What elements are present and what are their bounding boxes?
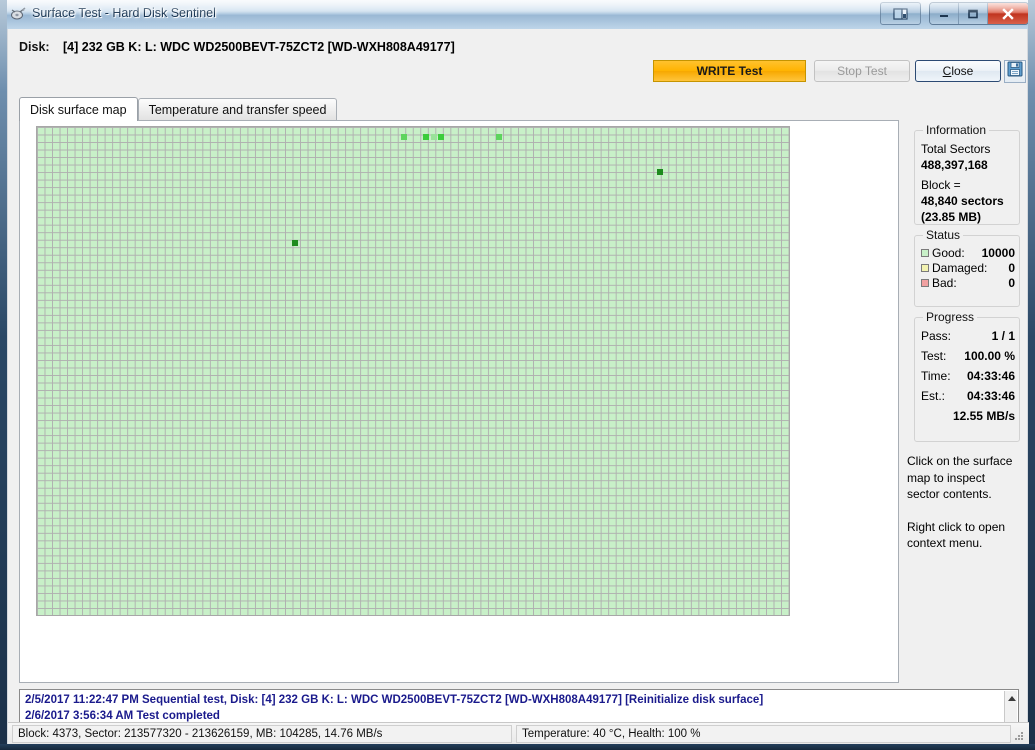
surface-map-block[interactable] — [292, 240, 298, 246]
save-button[interactable] — [1004, 60, 1026, 83]
surface-map-panel — [19, 120, 899, 683]
resize-grip-icon[interactable] — [1013, 729, 1025, 741]
save-floppy-icon — [1007, 61, 1023, 82]
status-bar-temperature-health: Temperature: 40 °C, Health: 100 % — [516, 725, 1011, 743]
close-window-button[interactable] — [988, 3, 1028, 24]
progress-label-test: Test: — [921, 349, 947, 363]
progress-value-pass: 1 / 1 — [991, 329, 1015, 343]
window-border-bottom — [0, 744, 1035, 750]
progress-group-title: Progress — [923, 310, 978, 324]
block-size: (23.85 MB) — [921, 210, 982, 224]
tab-temperature-and-transfer-speed-label: Temperature and transfer speed — [148, 103, 327, 117]
status-label-bad: Bad: — [932, 276, 957, 290]
surface-map-help-text: Click on the surface map to inspect sect… — [907, 453, 1031, 552]
title-bar: Surface Test - Hard Disk Sentinel — [0, 0, 1035, 29]
block-label: Block = — [921, 178, 961, 192]
write-test-button[interactable]: WRITE Test — [653, 60, 806, 82]
help-line-4: Right click to open — [907, 519, 1006, 534]
progress-value-test: 100.00 % — [964, 349, 1015, 363]
information-group-title: Information — [923, 123, 990, 137]
status-swatch-bad — [921, 279, 929, 287]
help-spacer — [907, 503, 1031, 519]
disk-value: [4] 232 GB K: L: WDC WD2500BEVT-75ZCT2 [… — [63, 40, 455, 54]
progress-label-pass: Pass: — [921, 329, 952, 343]
surface-map-block[interactable] — [438, 134, 444, 140]
log-line-2: 2/6/2017 3:56:34 AM Test completed — [25, 710, 220, 722]
progress-value-time: 04:33:46 — [966, 369, 1015, 383]
help-line-2: map to inspect — [907, 470, 986, 485]
surface-map-block[interactable] — [431, 134, 437, 140]
progress-label-time: Time: — [921, 369, 951, 383]
window-border-right — [1028, 0, 1035, 750]
status-value-good: 10000 — [981, 246, 1015, 260]
status-label-good: Good: — [932, 246, 965, 260]
surface-map-block[interactable] — [423, 134, 429, 140]
minimize-button[interactable] — [930, 3, 959, 24]
close-button-label: Close — [943, 64, 974, 78]
window-controls — [880, 2, 1029, 25]
close-button[interactable]: Close — [915, 60, 1001, 82]
help-line-5: context menu. — [907, 536, 983, 550]
stop-test-label: Stop Test — [837, 64, 887, 78]
surface-map-block[interactable] — [657, 169, 663, 175]
scroll-up-icon[interactable] — [1008, 696, 1016, 701]
tab-disk-surface-map-label: Disk surface map — [30, 103, 127, 117]
surface-map-block[interactable] — [496, 134, 502, 140]
status-group-title: Status — [923, 228, 964, 242]
close-label-rest: lose — [951, 64, 974, 78]
disk-label: Disk: — [19, 40, 50, 54]
status-group: Status Good: 10000 Damaged: 0 Bad: 0 — [914, 228, 1020, 307]
restore-down-pane-button[interactable] — [880, 2, 921, 25]
window-title: Surface Test - Hard Disk Sentinel — [32, 6, 216, 20]
stop-test-button[interactable]: Stop Test — [814, 60, 910, 82]
total-sectors-label: Total Sectors — [921, 142, 991, 156]
status-swatch-good — [921, 249, 929, 257]
window-border-left — [0, 0, 7, 750]
block-value: 48,840 sectors — [921, 194, 1004, 208]
total-sectors-value: 488,397,168 — [921, 158, 988, 172]
status-bar-block-info: Block: 4373, Sector: 213577320 - 2136261… — [12, 725, 512, 743]
maximize-button[interactable] — [959, 3, 988, 24]
status-swatch-damaged — [921, 264, 929, 272]
help-line-1: Click on the surface — [907, 454, 1013, 468]
application-window: Surface Test - Hard Disk Sentinel Disk: … — [0, 0, 1035, 750]
status-value-bad: 0 — [1008, 276, 1015, 290]
surface-test-icon — [10, 6, 27, 23]
progress-value-est: 04:33:46 — [966, 389, 1015, 403]
progress-speed: 12.55 MB/s — [952, 409, 1015, 423]
progress-label-est: Est.: — [921, 389, 946, 403]
progress-group: Progress Pass: 1 / 1 Test: 100.00 % Time… — [914, 310, 1020, 442]
status-value-damaged: 0 — [1008, 261, 1015, 275]
disk-surface-map[interactable] — [36, 126, 790, 616]
tab-temperature-and-transfer-speed[interactable]: Temperature and transfer speed — [137, 98, 338, 120]
log-line-1: 2/5/2017 11:22:47 PM Sequential test, Di… — [25, 694, 764, 706]
write-test-label: WRITE Test — [696, 64, 763, 78]
tab-bar: Disk surface map Temperature and transfe… — [19, 97, 338, 121]
tab-disk-surface-map[interactable]: Disk surface map — [19, 97, 138, 121]
client-area: Disk: [4] 232 GB K: L: WDC WD2500BEVT-75… — [7, 29, 1031, 744]
information-group: Information Total Sectors 488,397,168 Bl… — [914, 123, 1020, 225]
surface-map-block[interactable] — [401, 134, 407, 140]
status-bar: Block: 4373, Sector: 213577320 - 2136261… — [8, 722, 1029, 744]
help-line-3: sector contents. — [907, 487, 992, 501]
